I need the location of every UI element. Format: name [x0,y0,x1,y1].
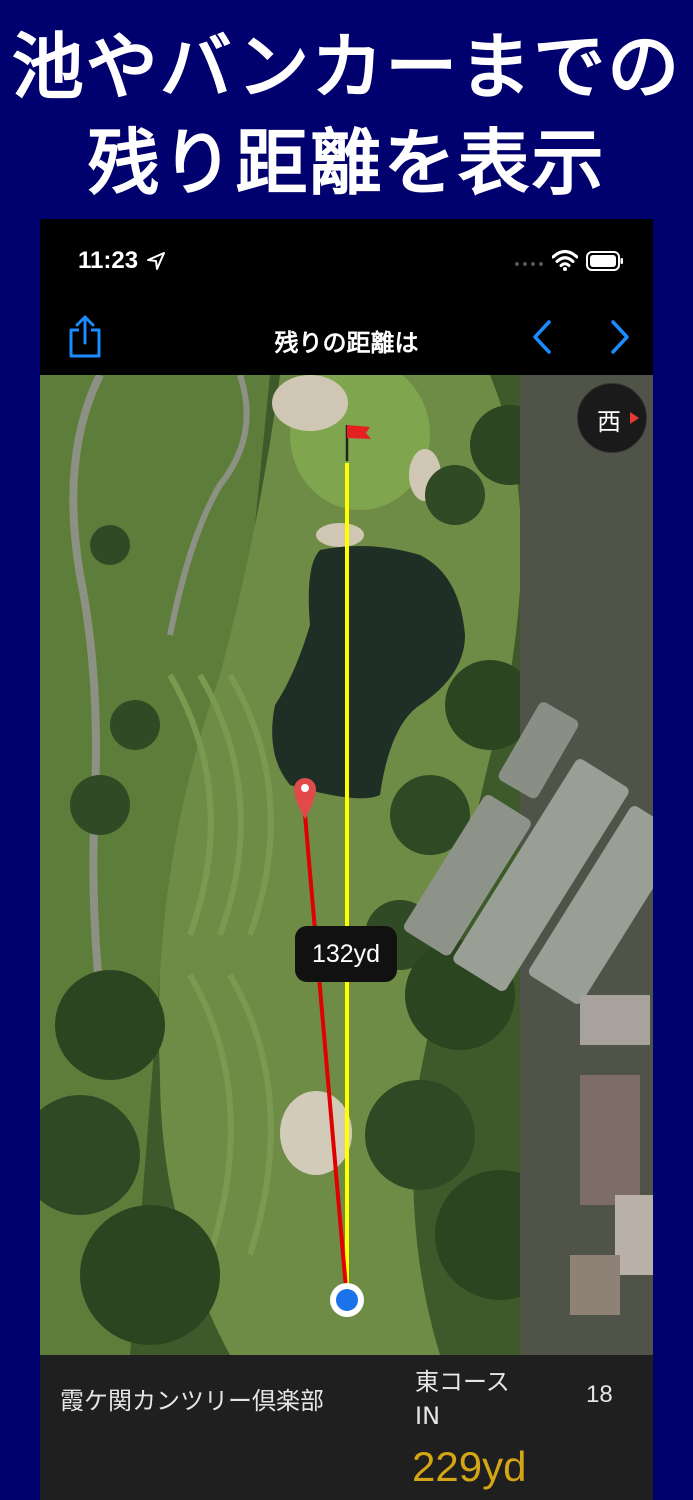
remaining-distance: 229yd [412,1443,527,1490]
map-terrain [40,375,653,1355]
status-time: 11:23 [78,247,139,274]
course-line-2: IN [415,1402,441,1430]
hole-number: 18 [586,1381,613,1408]
chevron-left-icon[interactable] [528,319,558,355]
nav-bar: 残りの距離は [40,299,653,375]
headline-line-2: 残り距離を表示 [87,121,606,205]
course-name: 東コース IN [415,1365,510,1433]
page-title: 残りの距離は [274,329,419,357]
signal-icon [515,262,543,266]
phone-screen: 11:23 残りの距離は 西 132yd 霞ケ関カンツリー倶楽部 東コース IN… [40,219,653,1500]
compass-needle-icon [630,412,639,424]
info-panel: 霞ケ関カンツリー倶楽部 東コース IN 18 229yd [40,1355,653,1500]
location-arrow-icon [147,252,165,270]
battery-icon [586,251,623,271]
satellite-map[interactable]: 西 132yd [40,375,653,1355]
wifi-icon [552,250,578,271]
headline-line-1: 池やバンカーまでの [11,25,682,109]
distance-label: 132yd [295,926,397,982]
status-bar: 11:23 [40,219,653,299]
club-name: 霞ケ関カンツリー倶楽部 [60,1387,324,1415]
chevron-right-icon[interactable] [604,319,634,355]
compass-button[interactable]: 西 [577,383,647,453]
user-location-icon [330,1283,364,1317]
course-line-1: 東コース [415,1368,510,1396]
